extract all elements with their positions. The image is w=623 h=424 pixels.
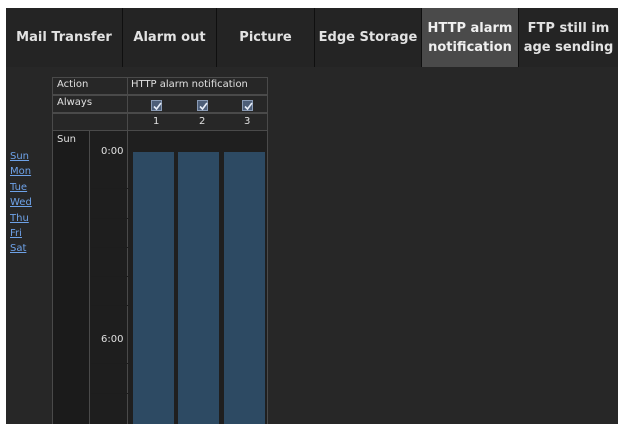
tab-label: Alarm out — [133, 30, 206, 45]
tab-label: Picture — [239, 30, 292, 45]
column-number: 2 — [199, 116, 206, 127]
checkmark-icon — [153, 102, 162, 111]
day-link-sat[interactable]: Sat — [10, 241, 40, 256]
always-checkbox-2[interactable] — [197, 100, 208, 111]
day-link-wed[interactable]: Wed — [10, 195, 40, 210]
schedule-slot-1[interactable] — [133, 152, 174, 424]
tab-mail-transfer[interactable]: Mail Transfer — [6, 8, 123, 67]
tab-http-alarm-notification[interactable]: HTTP alarm notification — [422, 8, 519, 67]
day-links: Sun Mon Tue Wed Thu Fri Sat — [10, 149, 40, 257]
schedule-table: Action HTTP alarm notification Always 1 … — [52, 77, 268, 424]
time-label: 0:00 — [101, 146, 124, 157]
checkmark-icon — [199, 102, 208, 111]
day-link-sun[interactable]: Sun — [10, 149, 40, 164]
checkmark-icon — [244, 102, 253, 111]
tab-label: HTTP alarm notification — [427, 20, 513, 55]
tab-edge-storage[interactable]: Edge Storage — [315, 8, 422, 67]
tab-label: Mail Transfer — [16, 30, 112, 45]
tab-ftp-still-image-sending[interactable]: FTP still im age sending — [519, 8, 618, 67]
day-label: Sun — [57, 134, 77, 145]
day-link-mon[interactable]: Mon — [10, 164, 40, 179]
column-number-blank — [52, 113, 128, 131]
tab-alarm-out[interactable]: Alarm out — [123, 8, 217, 67]
time-column — [90, 131, 128, 424]
day-link-thu[interactable]: Thu — [10, 211, 40, 226]
time-label: 6:00 — [101, 334, 124, 345]
tab-picture[interactable]: Picture — [217, 8, 315, 67]
column-number: 3 — [244, 116, 251, 127]
app-frame: Mail Transfer Alarm out Picture Edge Sto… — [6, 8, 618, 424]
always-checkbox-1[interactable] — [151, 100, 162, 111]
column-number: 1 — [153, 116, 160, 127]
day-column — [52, 131, 90, 424]
schedule-slot-3[interactable] — [224, 152, 265, 424]
day-link-tue[interactable]: Tue — [10, 180, 40, 195]
always-label: Always — [57, 97, 93, 108]
tab-bar: Mail Transfer Alarm out Picture Edge Sto… — [6, 8, 618, 67]
day-link-fri[interactable]: Fri — [10, 226, 40, 241]
action-value: HTTP alarm notification — [131, 79, 248, 90]
tab-label: FTP still im age sending — [523, 20, 614, 55]
schedule-slot-2[interactable] — [178, 152, 219, 424]
action-label: Action — [57, 79, 89, 90]
tab-label: Edge Storage — [318, 30, 418, 45]
schedule-panel: Sun Mon Tue Wed Thu Fri Sat Action HTTP … — [6, 67, 618, 424]
always-checkbox-3[interactable] — [242, 100, 253, 111]
